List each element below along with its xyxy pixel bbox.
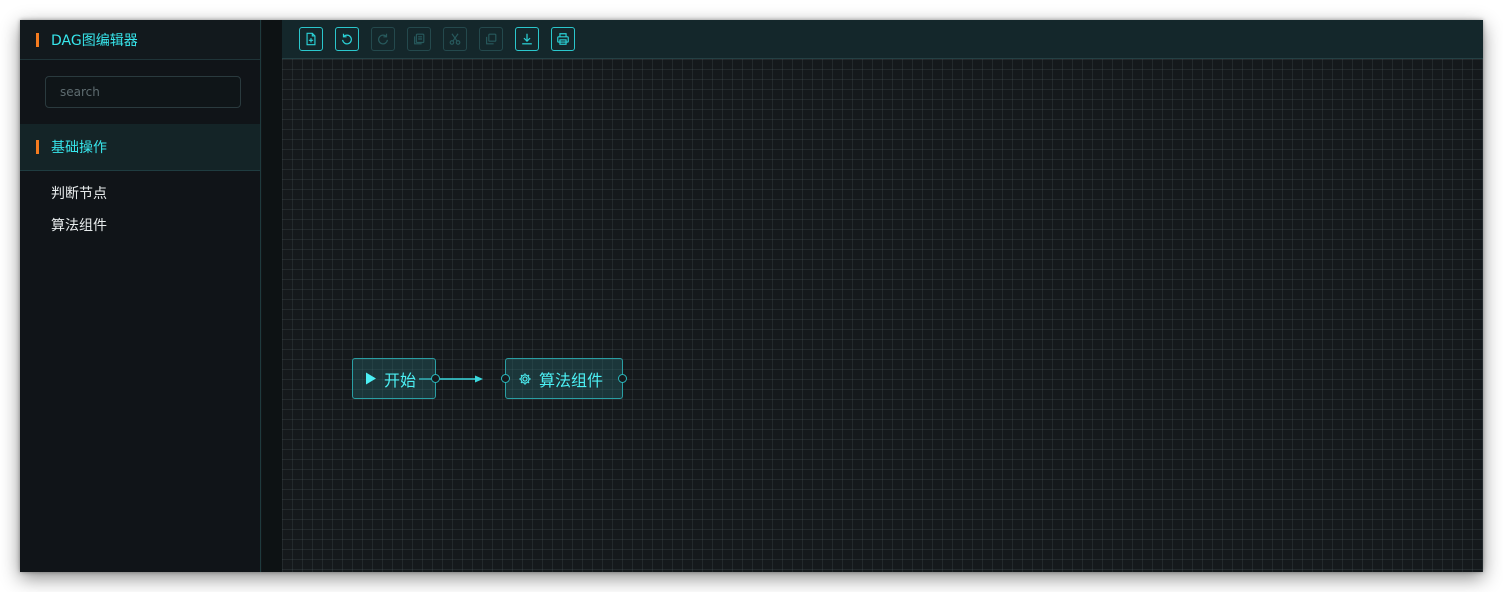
download-icon xyxy=(522,33,532,45)
copy-icon xyxy=(414,33,425,45)
accent-bar xyxy=(36,140,39,154)
paste-icon xyxy=(486,33,497,45)
cut-button[interactable] xyxy=(443,27,467,51)
scissors-icon xyxy=(449,33,461,45)
node-input-port[interactable] xyxy=(501,374,510,383)
palette-item-algorithm-component[interactable]: 算法组件 xyxy=(51,215,107,247)
accent-bar xyxy=(36,32,39,47)
graph-canvas[interactable]: 开始 算法组件 xyxy=(282,59,1483,572)
download-button[interactable] xyxy=(515,27,539,51)
sidebar: DAG图编辑器 基础操作 判断节点 算法组件 xyxy=(20,20,261,572)
node-label: 算法组件 xyxy=(539,370,604,390)
search-input[interactable] xyxy=(45,76,241,108)
group-header-basic[interactable]: 基础操作 xyxy=(20,124,260,171)
node-output-port[interactable] xyxy=(618,374,627,383)
app-window: DAG图编辑器 基础操作 判断节点 算法组件 xyxy=(20,20,1483,572)
node-output-port[interactable] xyxy=(431,374,440,383)
app-title: DAG图编辑器 xyxy=(51,32,138,49)
edge-start-to-algo[interactable] xyxy=(282,59,682,459)
print-button[interactable] xyxy=(551,27,575,51)
play-icon xyxy=(365,372,377,385)
printer-icon xyxy=(557,33,569,45)
redo-button[interactable] xyxy=(371,27,395,51)
node-start[interactable]: 开始 xyxy=(352,358,440,399)
toolbar xyxy=(282,20,1483,59)
paste-button[interactable] xyxy=(479,27,503,51)
node-label: 开始 xyxy=(384,370,417,390)
gear-icon xyxy=(518,372,532,386)
sidebar-header: DAG图编辑器 xyxy=(20,20,260,60)
group-title: 基础操作 xyxy=(51,140,107,156)
new-file-button[interactable] xyxy=(299,27,323,51)
node-algorithm-component[interactable]: 算法组件 xyxy=(501,358,627,399)
palette-item-decision-node[interactable]: 判断节点 xyxy=(51,183,107,215)
node-palette: 判断节点 算法组件 xyxy=(51,183,107,247)
splitter[interactable] xyxy=(262,20,282,572)
file-plus-icon xyxy=(306,32,316,46)
copy-button[interactable] xyxy=(407,27,431,51)
redo-icon xyxy=(378,33,388,45)
undo-button[interactable] xyxy=(335,27,359,51)
undo-icon xyxy=(342,33,352,45)
